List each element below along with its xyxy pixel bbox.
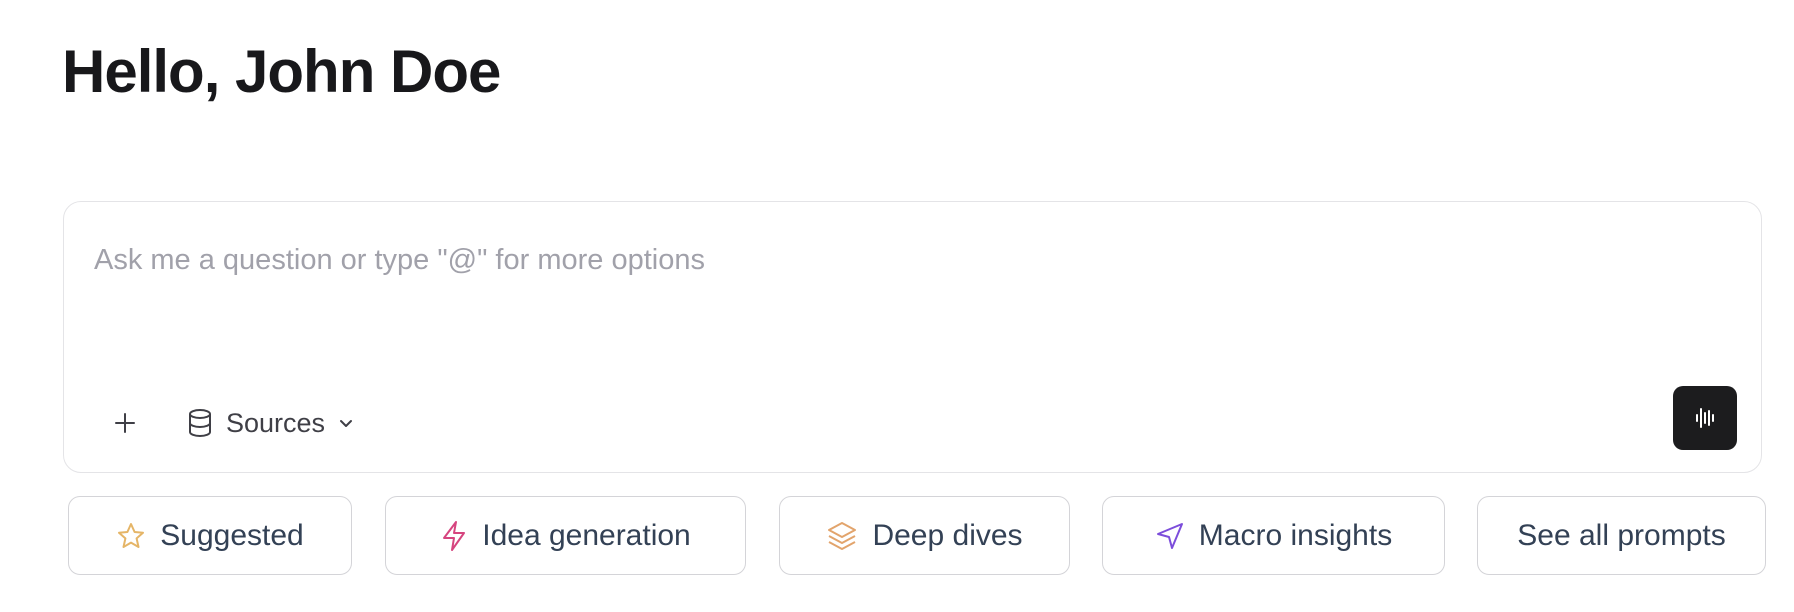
add-attachment-button[interactable] [102, 400, 148, 446]
sources-label: Sources [226, 407, 326, 438]
chip-label: Idea generation [482, 518, 691, 552]
chip-label: See all prompts [1517, 518, 1726, 552]
chip-label: Deep dives [872, 518, 1023, 552]
plus-icon [115, 413, 135, 433]
prompt-composer: Sources [63, 201, 1762, 473]
sources-dropdown[interactable]: Sources [176, 398, 365, 448]
voice-input-button[interactable] [1673, 386, 1737, 450]
page: Hello, John Doe Sources [0, 0, 1794, 612]
audio-waveform-icon [1696, 408, 1714, 428]
chip-suggested[interactable]: Suggested [68, 496, 352, 575]
navigation-arrow-icon [1155, 521, 1185, 551]
lightning-icon [440, 520, 468, 552]
prompt-input[interactable] [94, 230, 1654, 290]
chip-deep-dives[interactable]: Deep dives [779, 496, 1070, 575]
layers-icon [826, 520, 858, 552]
star-icon [116, 521, 146, 551]
chip-label: Macro insights [1198, 518, 1393, 552]
chip-macro-insights[interactable]: Macro insights [1102, 496, 1445, 575]
database-icon [189, 409, 211, 438]
chevron-down-icon [340, 420, 353, 427]
greeting-heading: Hello, John Doe [62, 38, 501, 105]
see-all-prompts-button[interactable]: See all prompts [1477, 496, 1766, 575]
chip-idea-generation[interactable]: Idea generation [385, 496, 746, 575]
chip-label: Suggested [160, 518, 304, 552]
